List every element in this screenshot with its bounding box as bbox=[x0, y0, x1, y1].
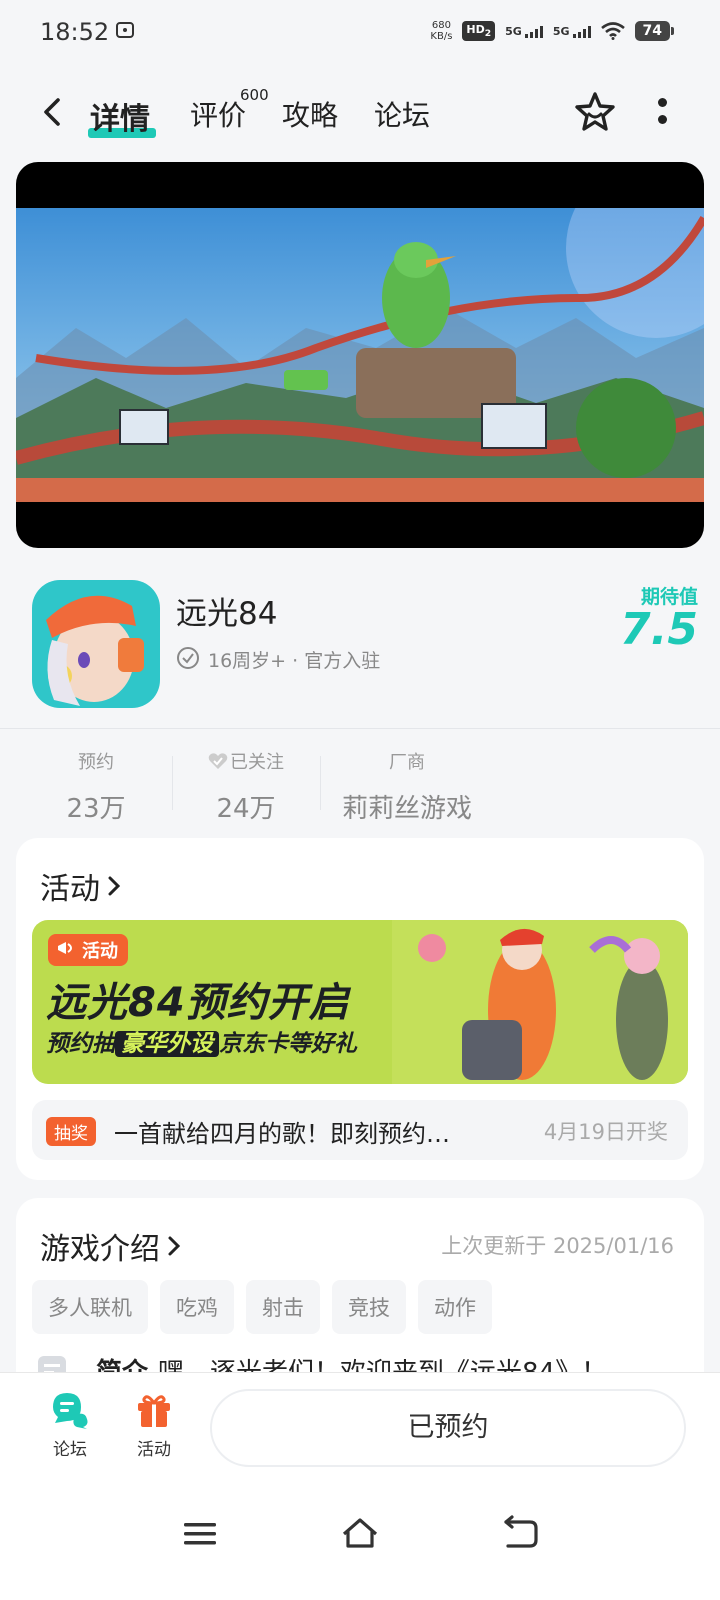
rating-value: 7.5 bbox=[620, 604, 698, 655]
forum-icon bbox=[53, 1393, 88, 1429]
activity-label: 活动 bbox=[137, 1440, 171, 1460]
tag-item[interactable]: 动作 bbox=[418, 1280, 492, 1334]
activity-title: 活动 bbox=[40, 872, 100, 907]
stat-publisher[interactable]: 厂商 莉莉丝游戏 bbox=[332, 748, 482, 825]
bottom-action-bar: 论坛 活动 已预约 bbox=[0, 1372, 720, 1480]
intro-title: 游戏介绍 bbox=[40, 1232, 160, 1267]
lottery-title: 一首献给四月的歌！即刻预约… bbox=[114, 1120, 450, 1148]
chevron-right-icon bbox=[168, 1236, 181, 1256]
status-time: 18:52 bbox=[40, 18, 110, 46]
activity-promo-banner[interactable]: 活动 远光84预约开启 预约抽 豪华外设 京东卡等好礼 bbox=[32, 920, 688, 1084]
home-icon[interactable] bbox=[340, 1514, 380, 1554]
review-count-badge: 600 bbox=[240, 86, 269, 104]
game-stats: 预约 23万 已关注 24万 厂商 莉莉丝游戏 bbox=[0, 740, 720, 830]
tag-item[interactable]: 射击 bbox=[246, 1280, 320, 1334]
signal-label-1: 5G bbox=[505, 24, 522, 38]
activity-button[interactable]: 活动 bbox=[124, 1389, 184, 1460]
stat-value: 莉莉丝游戏 bbox=[341, 794, 472, 824]
update-time: 上次更新于 2025/01/16 bbox=[441, 1234, 674, 1258]
menu-icon[interactable] bbox=[180, 1514, 220, 1554]
game-intro-card: 游戏介绍 上次更新于 2025/01/16 多人联机 吃鸡 射击 竞技 动作 简… bbox=[16, 1198, 704, 1398]
back-nav-icon[interactable] bbox=[500, 1514, 540, 1554]
promo-tag: 活动 bbox=[48, 934, 128, 966]
status-bar: 18:52 680 KB/s HD2 5G 5G 74 bbox=[0, 0, 720, 68]
activity-card: 活动 活动 远光84预约开启 预约抽 豪华外设 京东卡等好礼 抽奖 一首献给四月… bbox=[16, 838, 704, 1180]
stat-label: 已关注 bbox=[230, 752, 284, 773]
tv-icon bbox=[116, 22, 134, 38]
hd-icon: HD2 bbox=[462, 20, 496, 42]
stat-separator bbox=[172, 756, 173, 810]
tag-list: 多人联机 吃鸡 射击 竞技 动作 bbox=[32, 1280, 492, 1334]
net-speed-unit: KB/s bbox=[430, 31, 453, 42]
tab-review[interactable]: 评价 bbox=[190, 94, 246, 134]
promo-sub-prefix: 预约抽 bbox=[46, 1031, 115, 1057]
wifi-icon bbox=[600, 22, 625, 40]
lottery-tag: 抽奖 bbox=[46, 1117, 96, 1146]
hd-label: HD bbox=[466, 22, 485, 36]
forum-label: 论坛 bbox=[53, 1440, 87, 1460]
net-speed: 680 KB/s bbox=[430, 20, 452, 42]
tab-detail[interactable]: 详情 bbox=[90, 94, 150, 138]
lottery-row[interactable]: 抽奖 一首献给四月的歌！即刻预约… 4月19日开奖 bbox=[32, 1100, 688, 1160]
stat-followers[interactable]: 已关注 24万 bbox=[186, 748, 306, 825]
promo-headline: 远光84预约开启 bbox=[46, 980, 350, 1026]
signal-icon-2: 5G bbox=[553, 25, 591, 38]
tag-item[interactable]: 多人联机 bbox=[32, 1280, 148, 1334]
promo-sub-highlight: 豪华外设 bbox=[115, 1031, 219, 1057]
video-banner[interactable] bbox=[16, 162, 704, 548]
stat-label: 厂商 bbox=[389, 752, 425, 773]
promo-character-art bbox=[392, 920, 688, 1084]
divider bbox=[0, 728, 720, 729]
signal-icon: 5G bbox=[505, 25, 543, 38]
forum-button[interactable]: 论坛 bbox=[40, 1389, 100, 1460]
megaphone-icon bbox=[58, 942, 72, 954]
lottery-date: 4月19日开奖 bbox=[543, 1120, 668, 1144]
tab-forum[interactable]: 论坛 bbox=[374, 94, 430, 134]
system-nav-bar bbox=[0, 1480, 720, 1600]
game-trailer-image bbox=[16, 208, 704, 502]
stat-value: 24万 bbox=[216, 794, 276, 824]
activity-section-title[interactable]: 活动 bbox=[40, 864, 122, 908]
tab-guide[interactable]: 攻略 bbox=[282, 94, 338, 134]
net-speed-value: 680 bbox=[431, 20, 451, 31]
heart-icon bbox=[208, 753, 228, 769]
reserved-button[interactable]: 已预约 bbox=[210, 1389, 686, 1467]
back-icon[interactable] bbox=[36, 94, 72, 130]
chevron-right-icon bbox=[108, 876, 121, 896]
verified-icon bbox=[177, 647, 199, 669]
stat-reservations: 预约 23万 bbox=[46, 748, 146, 825]
top-nav: 详情 评价 600 攻略 论坛 bbox=[0, 80, 720, 146]
game-app-icon bbox=[32, 580, 160, 708]
more-options-icon[interactable] bbox=[656, 98, 668, 128]
tag-item[interactable]: 吃鸡 bbox=[160, 1280, 234, 1334]
stat-value: 23万 bbox=[66, 794, 126, 824]
stat-label: 预约 bbox=[78, 752, 114, 773]
stat-separator bbox=[320, 756, 321, 810]
status-indicators: 680 KB/s HD2 5G 5G 74 bbox=[430, 20, 675, 42]
game-title: 远光84 bbox=[176, 596, 278, 632]
signal-label-2: 5G bbox=[552, 24, 570, 38]
promo-tag-label: 活动 bbox=[82, 941, 118, 962]
battery-icon: 74 bbox=[634, 21, 675, 41]
promo-sub-suffix: 京东卡等好礼 bbox=[219, 1031, 357, 1057]
game-meta: 16周岁+ · 官方入驻 bbox=[208, 650, 381, 672]
hd-sub: 2 bbox=[484, 28, 492, 40]
tag-item[interactable]: 竞技 bbox=[332, 1280, 406, 1334]
gift-icon bbox=[138, 1395, 170, 1427]
favorite-star-icon[interactable] bbox=[572, 90, 618, 136]
promo-subline: 预约抽 豪华外设 京东卡等好礼 bbox=[46, 1024, 357, 1058]
game-header: 远光84 16周岁+ · 官方入驻 期待值 7.5 bbox=[0, 560, 720, 730]
intro-section-title[interactable]: 游戏介绍 bbox=[40, 1224, 182, 1268]
